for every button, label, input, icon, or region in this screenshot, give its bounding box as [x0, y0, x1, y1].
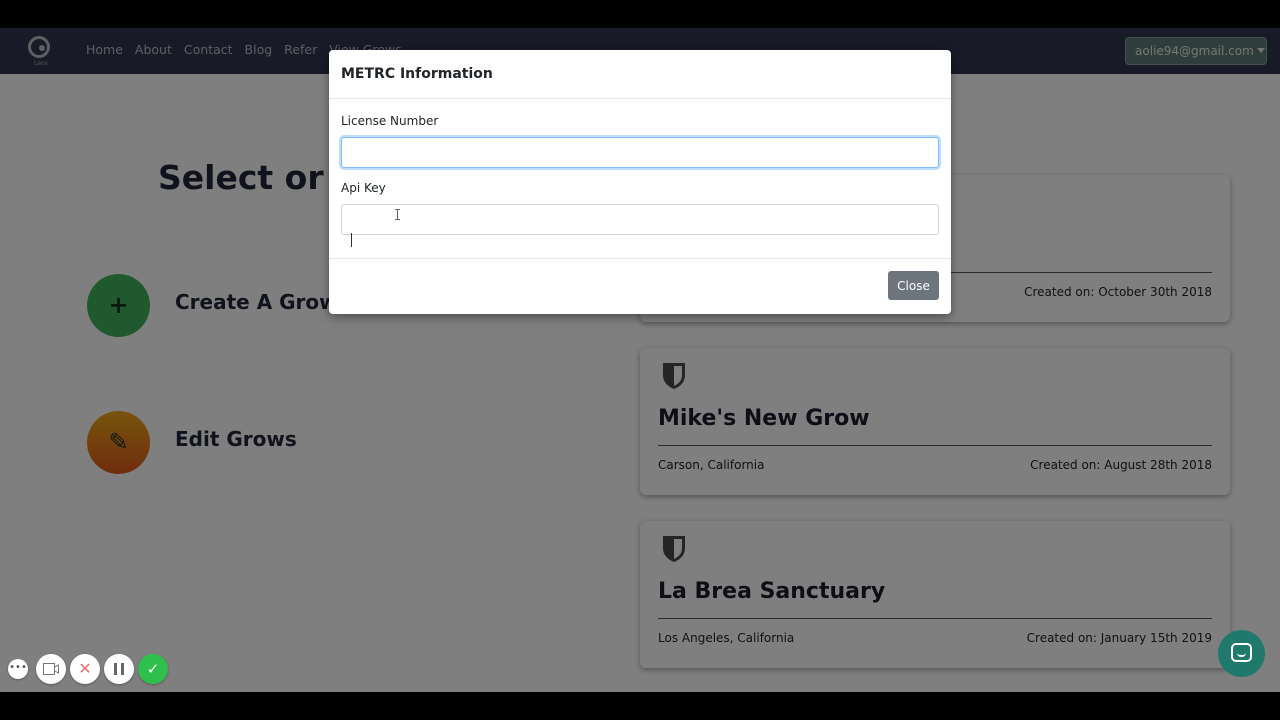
chat-icon [1231, 643, 1252, 662]
recorder-camera-button[interactable] [36, 654, 66, 684]
more-icon: ••• [9, 662, 27, 673]
pause-icon [114, 663, 124, 675]
recorder-more-button[interactable]: ••• [8, 659, 28, 679]
browser-viewport: Lens Home About Contact Blog Refer View … [0, 28, 1280, 692]
chat-launcher-button[interactable] [1218, 630, 1265, 677]
api-key-label: Api Key [341, 181, 386, 195]
letterbox-top [0, 0, 1280, 28]
modal-header: METRC Information [329, 50, 951, 99]
recorder-done-button[interactable]: ✓ [138, 654, 168, 684]
text-caret [351, 233, 352, 247]
api-key-input[interactable] [341, 204, 939, 235]
modal-footer: Close [329, 258, 951, 314]
ibeam-cursor-icon [395, 209, 401, 220]
close-button[interactable]: Close [888, 271, 939, 300]
license-number-label: License Number [341, 114, 439, 128]
cancel-icon: ✕ [78, 659, 92, 678]
license-number-input[interactable] [341, 137, 939, 168]
recorder-toolbar: ••• ✕ ✓ [8, 652, 172, 686]
chat-smile [1237, 653, 1246, 657]
metrc-modal: METRC Information License Number Api Key… [329, 50, 951, 314]
recorder-cancel-button[interactable]: ✕ [70, 654, 100, 684]
letterbox-bottom [0, 692, 1280, 720]
check-icon: ✓ [146, 660, 160, 678]
modal-title: METRC Information [341, 66, 493, 82]
camera-icon [43, 663, 59, 675]
recorder-pause-button[interactable] [104, 654, 134, 684]
